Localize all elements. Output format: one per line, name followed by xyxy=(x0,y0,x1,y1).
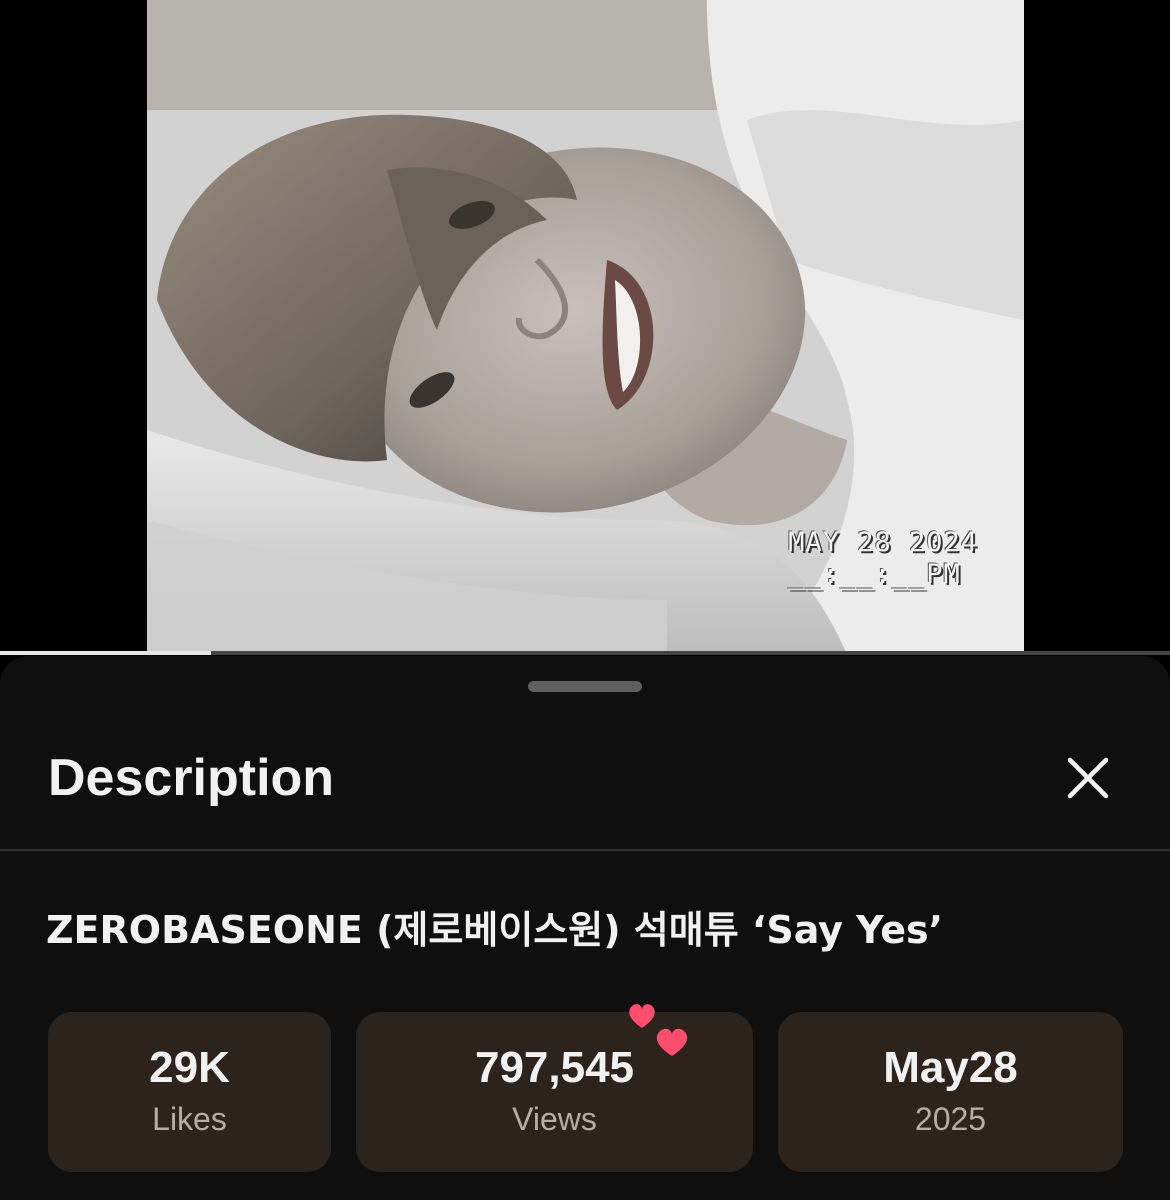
overlay-time: __:__:__PM xyxy=(788,559,961,590)
video-player[interactable]: MAY 28 2024 __:__:__PM xyxy=(0,0,1170,655)
stat-views: 797,545 Views xyxy=(356,1012,753,1172)
video-timestamp-overlay: MAY 28 2024 __:__:__PM xyxy=(788,527,978,591)
sheet-title: Description xyxy=(48,749,335,807)
likes-count: 29K xyxy=(149,1043,230,1092)
close-icon xyxy=(1067,757,1109,799)
upload-date: May28 xyxy=(883,1043,1018,1092)
close-button[interactable] xyxy=(1062,752,1114,804)
video-frame[interactable]: MAY 28 2024 __:__:__PM xyxy=(147,0,1024,655)
stat-likes: 29K Likes xyxy=(48,1012,331,1172)
divider xyxy=(0,849,1170,851)
two-hearts-icon xyxy=(629,1004,688,1056)
drag-handle[interactable] xyxy=(528,681,642,692)
description-sheet: Description ZEROBASEONE (제로베이스원) 석매튜 ‘Sa… xyxy=(0,656,1170,1200)
views-count: 797,545 xyxy=(474,1043,635,1092)
overlay-date: MAY 28 2024 xyxy=(788,527,978,558)
progress-bar-fill xyxy=(0,651,211,655)
upload-year: 2025 xyxy=(914,1101,987,1137)
likes-label: Likes xyxy=(152,1101,227,1137)
stat-date: May28 2025 xyxy=(778,1012,1123,1172)
video-title: ZEROBASEONE (제로베이스원) 석매튜 ‘Say Yes’ xyxy=(46,908,944,952)
views-label: Views xyxy=(512,1101,597,1137)
progress-bar[interactable] xyxy=(0,651,1170,655)
